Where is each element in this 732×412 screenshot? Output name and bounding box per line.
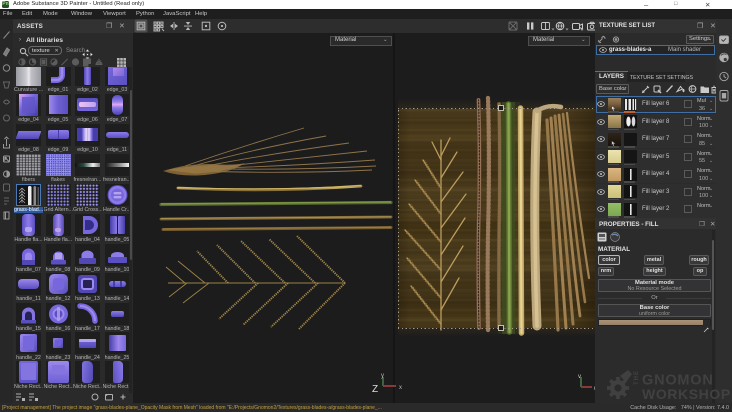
svg-text:WORKSHOP: WORKSHOP <box>642 386 731 402</box>
svg-text:y: y <box>381 373 384 379</box>
svg-text:v: v <box>578 374 581 380</box>
svg-text:Z: Z <box>372 384 378 395</box>
svg-text:THE: THE <box>634 370 640 385</box>
svg-text:x: x <box>399 385 402 391</box>
